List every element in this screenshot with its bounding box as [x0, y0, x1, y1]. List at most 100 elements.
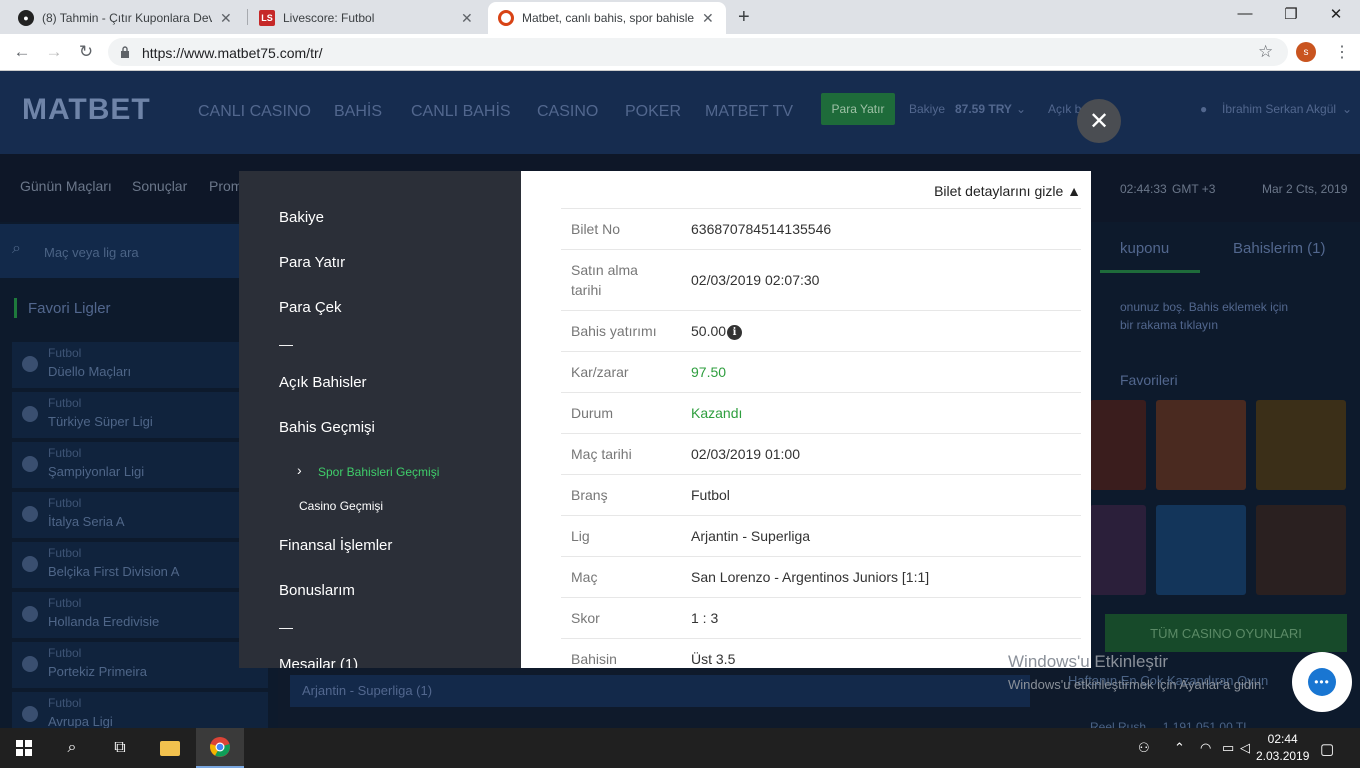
nav-casino[interactable]: CASINO	[537, 103, 598, 121]
reload-icon[interactable]: ↻	[76, 42, 96, 62]
league-flag-icon	[22, 406, 38, 422]
bookmark-star-icon[interactable]: ☆	[1258, 42, 1273, 62]
restore-icon[interactable]: ❐	[1276, 5, 1306, 23]
casino-game-thumb[interactable]	[1156, 400, 1246, 490]
menu-deposit[interactable]: Para Yatır	[279, 254, 345, 271]
matbet-favicon-icon	[498, 10, 514, 26]
detail-label: Satın alma tarihi	[571, 262, 638, 298]
account-menu: Bakiye Para Yatır Para Çek — Açık Bahisl…	[239, 171, 521, 668]
tab-my-bets[interactable]: Bahislerim (1)	[1233, 240, 1326, 257]
league-item[interactable]: Futbol Avrupa Ligi	[12, 692, 268, 729]
minimize-icon[interactable]: —	[1230, 5, 1260, 22]
browser-tab[interactable]: LS Livescore: Futbol ✕	[249, 2, 483, 34]
site-logo[interactable]: MATBET	[22, 93, 151, 127]
chrome-taskbar-icon[interactable]	[196, 728, 244, 768]
subnav-gunun-maclari[interactable]: Günün Maçları	[20, 178, 112, 194]
menu-balance[interactable]: Bakiye	[279, 209, 324, 226]
detail-label: Kar/zarar	[571, 364, 629, 380]
back-icon[interactable]: ←	[12, 42, 32, 62]
casino-game-thumb[interactable]	[1090, 400, 1146, 490]
forward-icon[interactable]: →	[44, 42, 64, 62]
close-tab-icon[interactable]: ✕	[702, 10, 714, 27]
casino-game-thumb[interactable]	[1256, 505, 1346, 595]
nav-canli-bahis[interactable]: CANLI BAHİS	[411, 103, 511, 121]
menu-divider: —	[279, 336, 293, 352]
tab-title: Matbet, canlı bahis, spor bahisleri	[522, 11, 694, 25]
search-placeholder[interactable]: Maç veya lig ara	[44, 245, 139, 260]
people-icon[interactable]: ⚇	[1138, 740, 1150, 756]
timezone[interactable]: GMT +3	[1172, 182, 1215, 196]
league-item[interactable]: Futbol Belçika First Division A	[12, 542, 268, 588]
menu-bet-history[interactable]: Bahis Geçmişi	[279, 419, 375, 436]
toggle-ticket-details[interactable]: Bilet detaylarını gizle ▲	[934, 183, 1081, 199]
league-item[interactable]: Futbol Düello Maçları	[12, 342, 268, 388]
league-name: Türkiye Süper Ligi	[48, 414, 153, 429]
info-icon[interactable]: i	[727, 324, 743, 340]
tab-bet-slip[interactable]: kuponu	[1120, 240, 1169, 257]
league-item[interactable]: Futbol Portekiz Primeira	[12, 642, 268, 688]
league-group-header[interactable]: Arjantin - Superliga (1)	[290, 675, 1030, 707]
modal-close-button[interactable]: ✕	[1077, 99, 1121, 143]
browser-tab[interactable]: ● (8) Tahmin - Çıtır Kuponlara Deva ✕	[8, 2, 242, 34]
subnav-sonuclar[interactable]: Sonuçlar	[132, 178, 187, 194]
chevron-down-icon: ⌄	[1342, 102, 1353, 116]
close-tab-icon[interactable]: ✕	[461, 10, 473, 27]
league-sport: Futbol	[48, 346, 82, 360]
nav-canli-casino[interactable]: CANLI CASINO	[198, 103, 311, 121]
wifi-icon[interactable]: ◠	[1200, 740, 1211, 756]
casino-game-thumb[interactable]	[1156, 505, 1246, 595]
clock-date: 2.03.2019	[1256, 749, 1310, 763]
menu-withdraw[interactable]: Para Çek	[279, 299, 342, 316]
match-search[interactable]	[0, 224, 278, 278]
taskbar-clock[interactable]: 02:44 2.03.2019	[1256, 731, 1309, 765]
nav-matbet-tv[interactable]: MATBET TV	[705, 103, 793, 121]
nav-poker[interactable]: POKER	[625, 103, 681, 121]
site-date: Mar 2 Cts, 2019	[1262, 182, 1348, 196]
menu-financial[interactable]: Finansal İşlemler	[279, 537, 392, 554]
new-tab-icon[interactable]: +	[738, 6, 758, 29]
ticket-details-panel: Bilet detaylarını gizle ▲ Bilet No 636870…	[521, 171, 1091, 668]
menu-sports-history[interactable]: Spor Bahisleri Geçmişi	[318, 465, 439, 479]
nav-bahis[interactable]: BAHİS	[334, 103, 382, 121]
casino-game-thumb[interactable]	[1090, 505, 1146, 595]
menu-casino-history[interactable]: Casino Geçmişi	[299, 499, 383, 513]
detail-row: Durum Kazandı	[561, 392, 1081, 433]
profile-avatar[interactable]: s	[1296, 42, 1316, 62]
league-name: Portekiz Primeira	[48, 664, 147, 679]
browser-tab-active[interactable]: Matbet, canlı bahis, spor bahisleri ✕	[488, 2, 726, 34]
league-sport: Futbol	[48, 446, 82, 460]
league-item[interactable]: Futbol Türkiye Süper Ligi	[12, 392, 268, 438]
casino-game-thumb[interactable]	[1256, 400, 1346, 490]
menu-open-bets[interactable]: Açık Bahisler	[279, 374, 367, 391]
league-item[interactable]: Futbol Hollanda Eredivisie	[12, 592, 268, 638]
battery-icon[interactable]: ▭	[1222, 740, 1234, 756]
subnav-promosyonlar[interactable]: Prom	[209, 178, 242, 194]
all-casino-games-button[interactable]: TÜM CASINO OYUNLARI	[1105, 614, 1347, 652]
balance-value[interactable]: 87.59 TRY	[955, 102, 1012, 116]
url-text[interactable]: https://www.matbet75.com/tr/	[142, 45, 323, 61]
browser-menu-icon[interactable]: ⋮	[1334, 42, 1350, 62]
notification-icon[interactable]: ▢	[1320, 740, 1334, 758]
league-sport: Futbol	[48, 496, 82, 510]
detail-label: Bilet No	[571, 221, 621, 237]
windows-activate-title: Windows'u Etkinleştir	[1008, 652, 1169, 671]
league-item[interactable]: Futbol İtalya Seria A	[12, 492, 268, 538]
chevron-up-icon[interactable]: ⌃	[1174, 740, 1185, 756]
detail-label: Skor	[571, 610, 600, 626]
league-item[interactable]: Futbol Şampiyonlar Ligi	[12, 442, 268, 488]
search-icon[interactable]: ⌕	[48, 728, 96, 768]
menu-divider: —	[279, 619, 293, 635]
live-chat-button[interactable]: •••	[1292, 652, 1352, 712]
close-tab-icon[interactable]: ✕	[220, 10, 232, 27]
user-name[interactable]: İbrahim Serkan Akgül	[1222, 102, 1336, 116]
menu-messages[interactable]: Mesajlar (1)	[279, 656, 358, 668]
windows-start-icon[interactable]	[0, 728, 48, 768]
close-window-icon[interactable]: ✕	[1321, 5, 1351, 23]
open-bets-link[interactable]: Açık b	[1048, 102, 1081, 116]
triangle-up-icon: ▲	[1067, 183, 1081, 199]
task-view-icon[interactable]: ⧉	[96, 728, 144, 768]
file-explorer-icon[interactable]	[146, 728, 194, 768]
volume-icon[interactable]: ◁	[1240, 740, 1250, 756]
deposit-button[interactable]: Para Yatır	[821, 93, 895, 125]
menu-bonuses[interactable]: Bonuslarım	[279, 582, 355, 599]
